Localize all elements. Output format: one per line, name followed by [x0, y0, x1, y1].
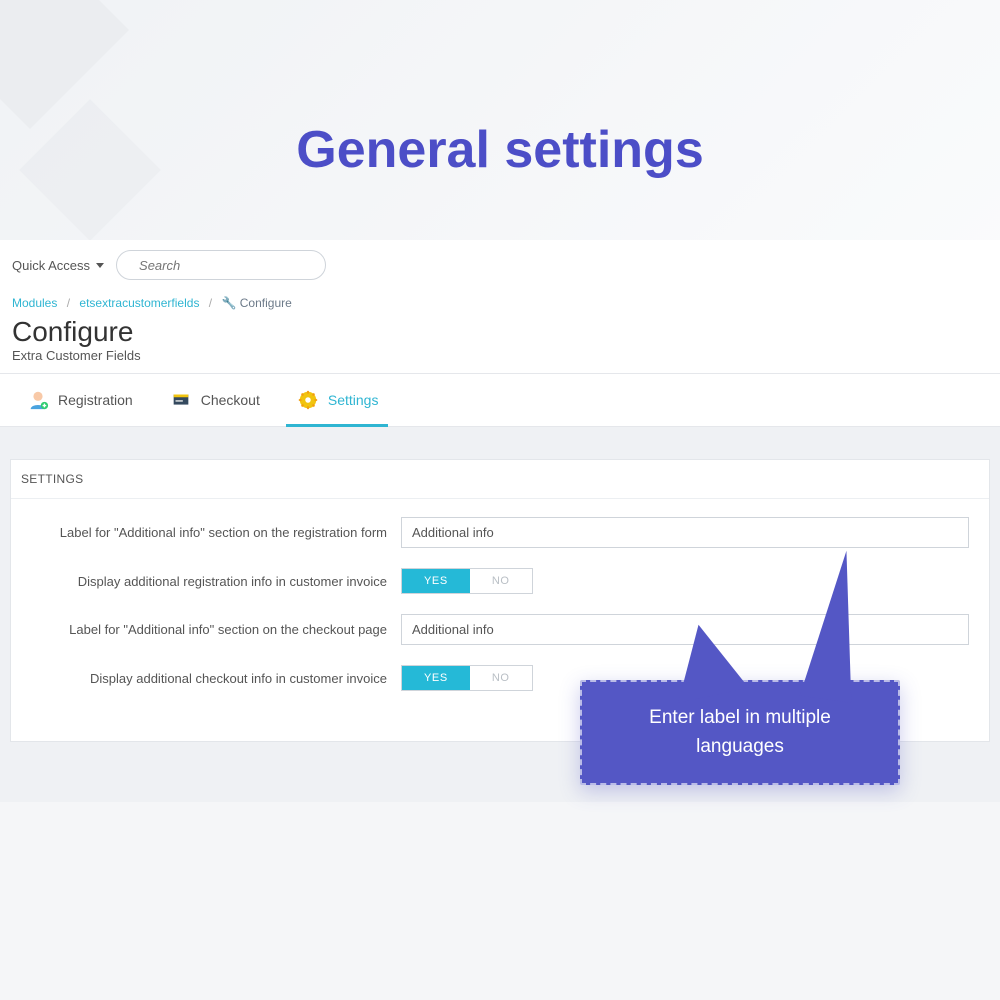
- tab-settings[interactable]: Settings: [278, 374, 397, 426]
- page-header: Configure Extra Customer Fields: [0, 316, 1000, 373]
- checkout-invoice-toggle[interactable]: YES NO: [401, 665, 533, 691]
- tab-registration-label: Registration: [58, 392, 133, 408]
- search-input[interactable]: [139, 258, 317, 273]
- checkout-invoice-label: Display additional checkout info in cust…: [31, 671, 401, 686]
- search-wrap: [116, 250, 326, 280]
- chevron-down-icon: [96, 263, 104, 268]
- user-icon: [26, 388, 50, 412]
- breadcrumb-module-name[interactable]: etsextracustomerfields: [79, 296, 199, 310]
- wrench-icon: 🔧: [221, 296, 236, 310]
- panel-title: SETTINGS: [11, 460, 989, 499]
- toggle-no[interactable]: NO: [470, 569, 532, 593]
- annotation-callout: Enter label in multiple languages: [580, 680, 900, 785]
- tab-settings-label: Settings: [328, 392, 379, 408]
- breadcrumb-configure: Configure: [240, 296, 292, 310]
- tab-checkout-label: Checkout: [201, 392, 260, 408]
- form-row-reg-label: Label for "Additional info" section on t…: [31, 517, 969, 548]
- callout-arrow-icon: [663, 617, 748, 702]
- tab-registration[interactable]: Registration: [8, 374, 151, 426]
- reg-label-input[interactable]: [401, 517, 969, 548]
- topbar: Quick Access: [0, 240, 1000, 290]
- toggle-yes[interactable]: YES: [402, 569, 470, 593]
- breadcrumb: Modules / etsextracustomerfields / 🔧 Con…: [0, 290, 1000, 316]
- toggle-no[interactable]: NO: [470, 666, 532, 690]
- reg-label-text: Label for "Additional info" section on t…: [31, 525, 401, 540]
- checkout-label-text: Label for "Additional info" section on t…: [31, 622, 401, 637]
- page-subtitle: Extra Customer Fields: [12, 348, 988, 363]
- hero-title: General settings: [0, 0, 1000, 240]
- quick-access-label: Quick Access: [12, 258, 90, 273]
- toggle-yes[interactable]: YES: [402, 666, 470, 690]
- cart-icon: [169, 388, 193, 412]
- gear-icon: [296, 388, 320, 412]
- reg-invoice-label: Display additional registration info in …: [31, 574, 401, 589]
- tab-checkout[interactable]: Checkout: [151, 374, 278, 426]
- breadcrumb-modules[interactable]: Modules: [12, 296, 57, 310]
- reg-invoice-toggle[interactable]: YES NO: [401, 568, 533, 594]
- quick-access-dropdown[interactable]: Quick Access: [12, 258, 104, 273]
- tabs: Registration Checkout Settings: [0, 373, 1000, 427]
- page-title: Configure: [12, 318, 988, 346]
